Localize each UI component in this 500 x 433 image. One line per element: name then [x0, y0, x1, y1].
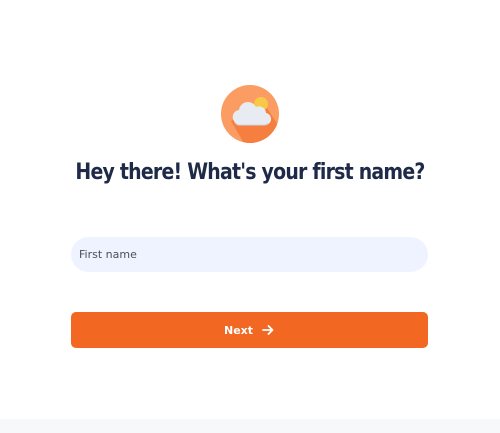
cloud-sun-icon [221, 85, 279, 143]
next-button-label: Next [223, 323, 254, 337]
page-footer-band [0, 419, 500, 433]
weather-logo [221, 85, 279, 143]
arrow-right-icon [261, 323, 275, 337]
page-title: Hey there! What's your first name? [75, 160, 425, 185]
next-button[interactable]: Next [71, 312, 428, 348]
first-name-input[interactable] [71, 237, 428, 272]
